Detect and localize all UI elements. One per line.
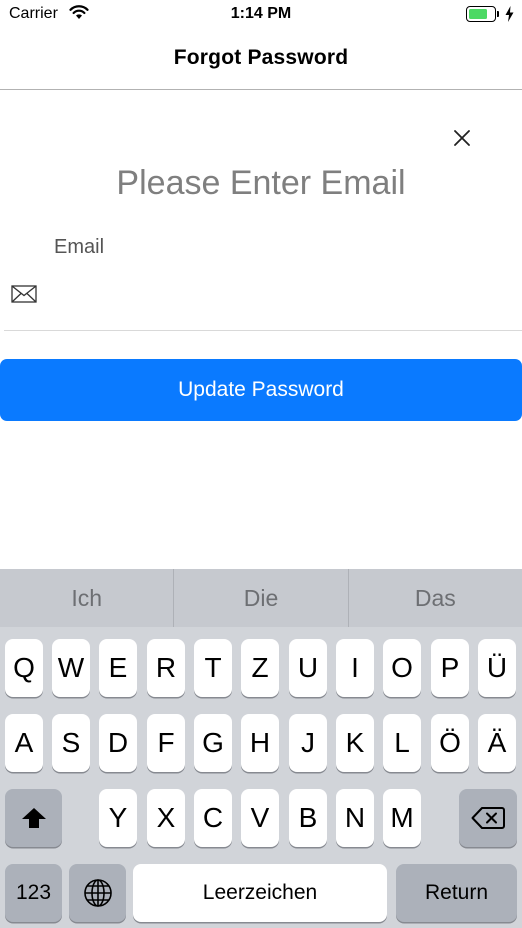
globe-icon — [83, 879, 112, 907]
key-c[interactable]: C — [194, 789, 232, 847]
keyboard: Ich Die Das Q W E R T Z U I O P Ü A S D … — [0, 569, 522, 928]
return-key[interactable]: Return — [396, 864, 517, 922]
key-h[interactable]: H — [241, 714, 279, 772]
status-bar: Carrier 1:14 PM — [0, 0, 522, 30]
key-k[interactable]: K — [336, 714, 374, 772]
key-p[interactable]: P — [431, 639, 469, 697]
close-button[interactable] — [448, 124, 476, 152]
shift-key[interactable] — [5, 789, 62, 847]
key-z[interactable]: Z — [241, 639, 279, 697]
key-j[interactable]: J — [289, 714, 327, 772]
battery-icon — [466, 6, 496, 22]
shift-icon — [21, 808, 46, 828]
suggestion-item[interactable]: Die — [174, 569, 349, 627]
delete-key[interactable] — [459, 789, 517, 847]
key-x[interactable]: X — [147, 789, 185, 847]
battery-nub — [497, 11, 499, 17]
key-u[interactable]: U — [289, 639, 327, 697]
key-u-umlaut[interactable]: Ü — [478, 639, 516, 697]
key-s[interactable]: S — [52, 714, 90, 772]
numbers-key[interactable]: 123 — [5, 864, 62, 922]
battery-level — [469, 9, 487, 19]
page-title: Forgot Password — [173, 46, 349, 69]
key-v[interactable]: V — [241, 789, 279, 847]
email-label: Email — [54, 236, 105, 258]
key-b[interactable]: B — [289, 789, 327, 847]
form-heading: Please Enter Email — [116, 164, 406, 202]
key-o[interactable]: O — [383, 639, 421, 697]
key-y[interactable]: Y — [99, 789, 137, 847]
key-a[interactable]: A — [5, 714, 43, 772]
space-key[interactable]: Leerzeichen — [133, 864, 387, 922]
key-t[interactable]: T — [194, 639, 232, 697]
suggestion-item[interactable]: Ich — [0, 569, 175, 627]
key-n[interactable]: N — [336, 789, 374, 847]
globe-key[interactable] — [69, 864, 126, 922]
email-field[interactable] — [48, 276, 518, 316]
key-a-umlaut[interactable]: Ä — [478, 714, 516, 772]
key-q[interactable]: Q — [5, 639, 43, 697]
close-icon — [454, 130, 470, 146]
update-password-button[interactable]: Update Password — [0, 359, 522, 421]
key-e[interactable]: E — [99, 639, 137, 697]
key-d[interactable]: D — [99, 714, 137, 772]
key-o-umlaut[interactable]: Ö — [431, 714, 469, 772]
suggestion-item[interactable]: Das — [349, 569, 522, 627]
key-r[interactable]: R — [147, 639, 185, 697]
key-g[interactable]: G — [194, 714, 232, 772]
navigation-bar: Forgot Password — [0, 30, 522, 90]
key-i[interactable]: I — [336, 639, 374, 697]
backspace-icon — [471, 807, 505, 829]
key-l[interactable]: L — [383, 714, 421, 772]
key-f[interactable]: F — [147, 714, 185, 772]
clock: 1:14 PM — [230, 5, 292, 22]
key-m[interactable]: M — [383, 789, 421, 847]
charging-icon — [505, 6, 514, 22]
key-w[interactable]: W — [52, 639, 90, 697]
email-field-underline — [4, 330, 522, 331]
envelope-icon — [11, 285, 37, 303]
suggestion-bar: Ich Die Das — [0, 569, 522, 627]
